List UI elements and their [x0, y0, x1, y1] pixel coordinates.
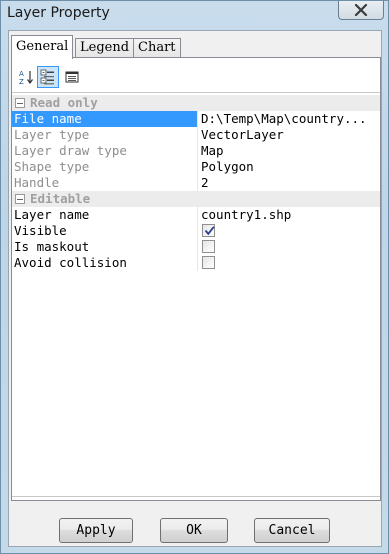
property-name: Layer type: [12, 127, 198, 143]
sort-alphabetical-button[interactable]: A Z: [15, 66, 37, 88]
category-label: Editable: [30, 191, 91, 206]
svg-text:A: A: [19, 70, 24, 78]
property-grid-toolbar: A Z: [12, 58, 380, 92]
property-name: Shape type: [12, 159, 198, 175]
ok-button[interactable]: OK: [160, 518, 228, 543]
title-bar[interactable]: Layer Property: [1, 1, 388, 29]
property-name: Is maskout: [12, 239, 198, 255]
property-row-visible[interactable]: Visible: [12, 223, 380, 239]
tab-legend[interactable]: Legend: [75, 38, 135, 58]
property-pages-icon: [65, 71, 79, 83]
property-value-cell: [199, 255, 380, 271]
property-row-handle[interactable]: Handle 2: [12, 175, 380, 191]
category-label: Read only: [30, 95, 98, 110]
close-icon: [354, 4, 368, 16]
categorized-icon: [40, 69, 54, 85]
client-area: General Legend Chart A Z Read only File …: [8, 30, 382, 547]
cancel-button[interactable]: Cancel: [254, 518, 330, 543]
property-name: Layer name: [12, 207, 198, 223]
window-title: Layer Property: [7, 5, 110, 21]
property-name: Layer draw type: [12, 143, 198, 159]
property-name: Visible: [12, 223, 198, 239]
layer-name-value[interactable]: country1.shp: [199, 207, 380, 223]
property-row-layer-draw-type[interactable]: Layer draw type Map: [12, 143, 380, 159]
property-value: 2: [201, 175, 209, 190]
apply-button[interactable]: Apply: [59, 518, 133, 543]
collapse-icon[interactable]: [15, 194, 25, 204]
layer-property-window: Layer Property General Legend Chart A Z: [0, 0, 389, 554]
property-value-cell: [199, 223, 380, 239]
close-button[interactable]: [338, 1, 384, 20]
general-tab-panel: A Z Read only File name D:\Temp\Map\coun…: [11, 57, 381, 501]
collapse-icon[interactable]: [15, 98, 25, 108]
property-row-avoid-collision[interactable]: Avoid collision: [12, 255, 380, 271]
category-read-only[interactable]: Read only: [12, 95, 380, 111]
categorized-button[interactable]: [37, 66, 59, 88]
property-row-file-name[interactable]: File name D:\Temp\Map\country...: [12, 111, 380, 127]
tab-general[interactable]: General: [11, 35, 74, 59]
property-row-shape-type[interactable]: Shape type Polygon: [12, 159, 380, 175]
sort-alphabetical-icon: A Z: [19, 70, 33, 85]
property-row-layer-type[interactable]: Layer type VectorLayer: [12, 127, 380, 143]
visible-checkbox[interactable]: [202, 224, 215, 237]
property-value: VectorLayer: [201, 127, 284, 142]
tab-chart[interactable]: Chart: [133, 38, 181, 58]
avoid-collision-checkbox[interactable]: [202, 256, 215, 269]
tab-strip: General Legend Chart: [9, 34, 381, 59]
property-name: Handle: [12, 175, 198, 191]
property-value-cell: [199, 239, 380, 255]
property-row-layer-name[interactable]: Layer name country1.shp: [12, 207, 380, 223]
category-editable[interactable]: Editable: [12, 191, 380, 207]
is-maskout-checkbox[interactable]: [202, 240, 215, 253]
property-row-is-maskout[interactable]: Is maskout: [12, 239, 380, 255]
property-grid: Read only File name D:\Temp\Map\country.…: [12, 92, 380, 497]
property-value: Polygon: [201, 159, 254, 174]
property-value: Map: [201, 143, 224, 158]
svg-text:Z: Z: [19, 78, 24, 85]
property-name: Avoid collision: [12, 255, 198, 271]
property-value: D:\Temp\Map\country...: [201, 111, 367, 126]
checkmark-icon: [204, 226, 215, 236]
property-name: File name: [12, 111, 198, 127]
property-pages-button[interactable]: [61, 66, 83, 88]
